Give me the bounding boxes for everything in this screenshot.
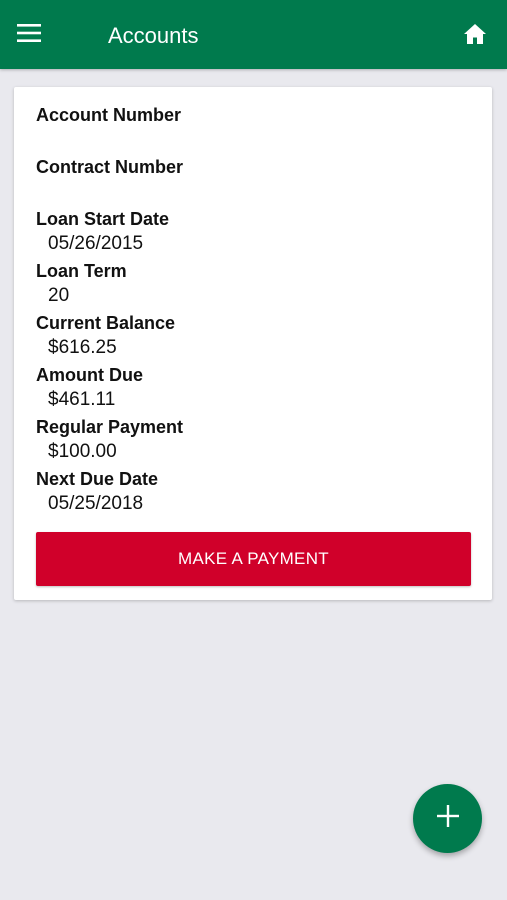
amount-due-value: $461.11 (48, 389, 116, 410)
home-icon (463, 23, 487, 50)
contract-number-label: Contract Number (36, 157, 184, 177)
regular-payment-value: $100.00 (48, 441, 117, 462)
loan-term-value: 20 (48, 285, 70, 306)
add-fab-button[interactable] (413, 784, 482, 853)
hamburger-menu-icon (17, 23, 41, 47)
current-balance-field: Current Balance $616.25 (36, 311, 175, 361)
regular-payment-field: Regular Payment $100.00 (36, 415, 183, 465)
app-bar: Accounts (0, 0, 507, 69)
regular-payment-label: Regular Payment (36, 417, 184, 437)
page-title: Accounts (108, 23, 199, 48)
menu-button[interactable] (10, 17, 48, 53)
plus-icon (436, 805, 459, 832)
current-balance-label: Current Balance (36, 313, 176, 333)
account-card: Account Number Contract Number Loan Star… (14, 87, 492, 600)
loan-start-date-field: Loan Start Date 05/26/2015 (36, 207, 169, 257)
current-balance-value: $616.25 (48, 337, 117, 358)
loan-start-date-value: 05/26/2015 (48, 233, 144, 254)
contract-number-field: Contract Number (36, 155, 183, 179)
account-number-label: Account Number (36, 105, 182, 125)
next-due-date-field: Next Due Date 05/25/2018 (36, 467, 158, 517)
loan-term-label: Loan Term (36, 261, 127, 281)
amount-due-label: Amount Due (36, 365, 143, 385)
app-screen: Accounts Account Number Contract Number … (0, 0, 507, 900)
loan-start-date-label: Loan Start Date (36, 209, 170, 229)
amount-due-field: Amount Due $461.11 (36, 363, 143, 413)
make-payment-button[interactable]: MAKE A PAYMENT (36, 532, 471, 586)
next-due-date-value: 05/25/2018 (48, 493, 144, 514)
account-number-field: Account Number (36, 103, 181, 127)
next-due-date-label: Next Due Date (36, 469, 159, 489)
loan-term-field: Loan Term 20 (36, 259, 127, 309)
home-button[interactable] (461, 22, 489, 50)
